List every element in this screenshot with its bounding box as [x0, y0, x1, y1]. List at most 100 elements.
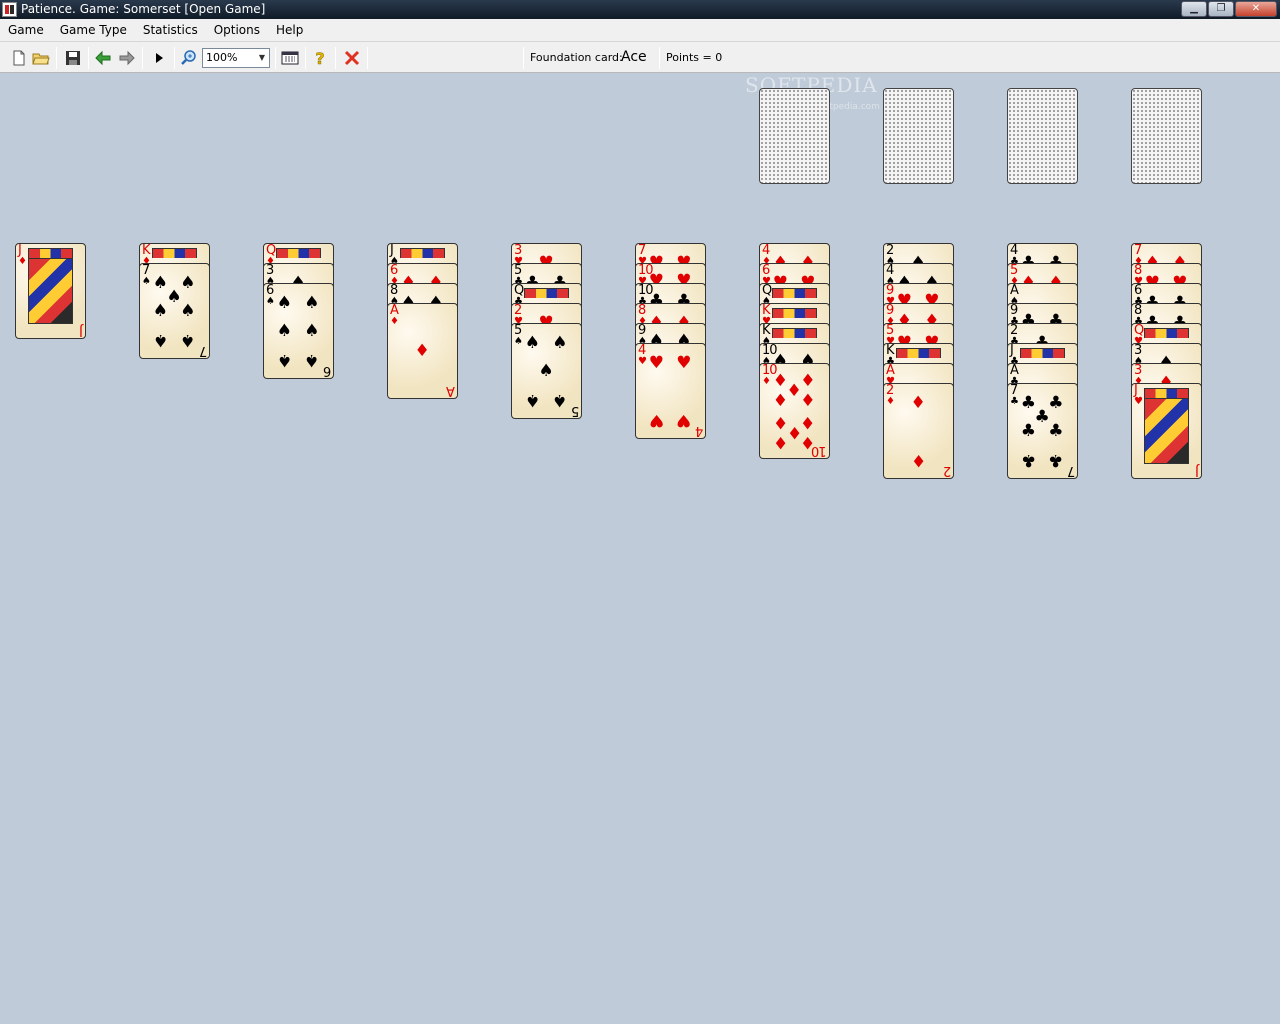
foundation-pile[interactable]: [883, 88, 954, 184]
card-pip-icon: ♠: [524, 390, 540, 411]
foundation-pile[interactable]: [759, 88, 830, 184]
zoom-dropdown[interactable]: 100% ▼: [202, 48, 270, 68]
foundation-pile[interactable]: [1131, 88, 1202, 184]
menu-game-type[interactable]: Game Type: [52, 19, 135, 42]
play-icon[interactable]: [150, 49, 168, 67]
new-game-icon[interactable]: [10, 49, 28, 67]
face-card-art: [28, 248, 73, 258]
foundation-pile[interactable]: [1007, 88, 1078, 184]
title-bar[interactable]: Patience. Game: Somerset [Open Game] ▁ ❐…: [0, 0, 1280, 19]
toolbar-separator: [367, 47, 368, 69]
playing-card[interactable]: 7 ♠ ♠ ♠ ♠ ♠ ♠ ♠ ♠ 7: [139, 263, 210, 359]
card-suit-icon: ♣: [1010, 396, 1019, 407]
window-title: Patience. Game: Somerset [Open Game]: [21, 2, 266, 16]
playing-card[interactable]: 2 ♦ ♦ ♦ 2: [883, 383, 954, 479]
toolbar-separator: [56, 47, 57, 69]
save-icon[interactable]: [64, 49, 82, 67]
playing-card[interactable]: 5 ♠ ♠ ♠ ♠ ♠ ♠ 5: [511, 323, 582, 419]
zoom-icon[interactable]: [180, 49, 198, 67]
card-pip-icon: ♣: [1020, 450, 1036, 471]
card-suit-icon: ♠: [142, 276, 151, 287]
card-rank-bottom: 4: [695, 423, 703, 438]
playing-card[interactable]: 4 ♥ ♥ ♥ ♥ ♥ 4: [635, 343, 706, 439]
redo-arrow-icon[interactable]: [118, 49, 136, 67]
face-card-art: [1144, 398, 1189, 464]
close-button[interactable]: ✕: [1235, 1, 1277, 17]
card-rank-bottom: 7: [1067, 463, 1075, 478]
face-card-art: [1144, 388, 1189, 398]
menu-statistics[interactable]: Statistics: [135, 19, 206, 42]
face-card-art: [772, 308, 817, 318]
minimize-button[interactable]: ▁: [1181, 1, 1207, 17]
face-card-art: [1144, 328, 1189, 338]
face-card-art: [400, 248, 445, 258]
card-suit-icon: ♠: [266, 296, 275, 307]
toolbar-separator: [659, 47, 660, 69]
card-suit-icon: ♦: [886, 396, 895, 407]
chevron-down-icon[interactable]: ▼: [255, 49, 269, 67]
card-suit-icon: ♥: [638, 356, 647, 367]
card-pip-icon: ♣: [1048, 450, 1064, 471]
card-rank-bottom: 5: [571, 403, 579, 418]
face-card-art: [152, 248, 197, 258]
card-pip-icon: ♦: [800, 390, 816, 411]
card-rank-bottom: A: [447, 383, 455, 398]
card-pip-icon: ♠: [524, 332, 540, 353]
card-pip-icon: ♦: [800, 412, 816, 433]
card-pip-icon: ♦: [414, 341, 430, 361]
menu-game[interactable]: Game: [0, 19, 52, 42]
exit-x-icon[interactable]: [343, 49, 361, 67]
card-pip-icon: ♠: [152, 301, 168, 321]
window-controls: ▁ ❐ ✕: [1181, 1, 1277, 17]
face-card-art: [28, 258, 73, 324]
toolbar-separator: [305, 47, 306, 69]
calculator-icon[interactable]: [281, 49, 299, 67]
face-card-art: [276, 248, 321, 258]
playing-card[interactable]: J ♥ J: [1131, 383, 1202, 479]
card-rank-bottom: 7: [199, 343, 207, 358]
help-question-icon[interactable]: ?: [311, 49, 329, 69]
playing-card[interactable]: J ♦ J: [15, 243, 86, 339]
menu-help[interactable]: Help: [268, 19, 311, 42]
foundation-card-label: Foundation card:: [530, 51, 623, 64]
game-table[interactable]: [0, 73, 1280, 1024]
card-pip-icon: ♠: [304, 292, 320, 313]
card-pip-icon: ♠: [180, 330, 196, 351]
card-pip-icon: ♥: [676, 352, 692, 373]
playing-card[interactable]: 10 ♦ ♦ ♦ ♦ ♦ ♦ ♦ ♦ ♦ ♦ ♦ 10: [759, 363, 830, 459]
card-pip-icon: ♠: [276, 292, 292, 313]
card-pip-icon: ♣: [1048, 421, 1064, 441]
svg-text:?: ?: [315, 49, 324, 67]
card-suit-icon: ♠: [514, 336, 523, 347]
card-rank-bottom: 6: [323, 363, 331, 378]
card-pip-icon: ♦: [910, 450, 926, 471]
undo-arrow-icon[interactable]: [94, 49, 112, 67]
maximize-button[interactable]: ❐: [1208, 1, 1234, 17]
card-pip-icon: ♥: [676, 410, 692, 431]
card-pip-icon: ♣: [1020, 421, 1036, 441]
card-suit-icon: ♦: [390, 316, 399, 327]
card-suit-icon: ♦: [18, 256, 27, 267]
open-folder-icon[interactable]: [32, 49, 50, 67]
card-pip-icon: ♠: [538, 361, 554, 381]
card-pip-icon: ♠: [304, 350, 320, 371]
card-pip-icon: ♠: [276, 321, 292, 341]
menu-options[interactable]: Options: [206, 19, 268, 42]
toolbar-separator: [88, 47, 89, 69]
playing-card[interactable]: A ♦ ♦ A: [387, 303, 458, 399]
playing-card[interactable]: 7 ♣ ♣ ♣ ♣ ♣ ♣ ♣ ♣ 7: [1007, 383, 1078, 479]
points-display: Points = 0: [666, 51, 723, 64]
card-pip-icon: ♦: [772, 432, 788, 453]
card-rank-bottom: J: [1196, 463, 1199, 478]
menu-bar: Game Game Type Statistics Options Help: [0, 19, 1280, 42]
foundation-card-value: Ace: [621, 49, 647, 65]
card-pip-icon: ♥: [648, 352, 664, 373]
card-pip-icon: ♣: [1048, 392, 1064, 413]
card-pip-icon: ♠: [152, 330, 168, 351]
playing-card[interactable]: 6 ♠ ♠ ♠ ♠ ♠ ♠ ♠ 6: [263, 283, 334, 379]
card-rank-bottom: 2: [943, 463, 951, 478]
card-suit-icon: ♦: [762, 376, 771, 387]
card-pip-icon: ♥: [648, 410, 664, 431]
card-pip-icon: ♦: [910, 392, 926, 413]
card-pip-icon: ♦: [772, 390, 788, 411]
